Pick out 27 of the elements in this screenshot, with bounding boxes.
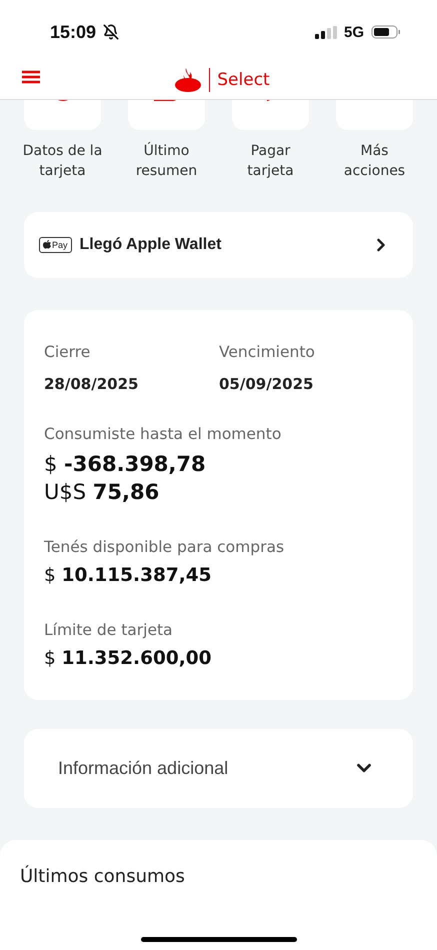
status-time: 15:09 xyxy=(50,22,96,42)
network-label: 5G xyxy=(344,24,364,40)
amount: $ 10.115.387,45 xyxy=(44,564,212,588)
field-label: Consumiste hasta el momento xyxy=(44,424,282,444)
amount: U$S 75,86 xyxy=(44,478,160,506)
battery-icon xyxy=(371,25,401,39)
app-title: Select xyxy=(209,68,270,92)
action-label: Pagar tarjeta xyxy=(246,142,295,181)
bell-off-icon xyxy=(103,24,120,40)
field-label: Vencimiento xyxy=(219,342,316,362)
field-value: 05/09/2025 xyxy=(219,374,314,393)
section-title: Últimos consumos xyxy=(20,866,185,889)
additional-info-toggle[interactable]: Información adicional xyxy=(24,728,413,808)
field-value: 28/08/2025 xyxy=(44,374,140,393)
apple-pay-badge: Pay xyxy=(39,236,72,253)
field-label: Cierre xyxy=(44,342,92,362)
amount: $ -368.398,78 xyxy=(44,450,207,478)
action-label: Último resumen xyxy=(134,141,198,181)
field-label: Tenés disponible para compras xyxy=(44,536,286,557)
signal-icon xyxy=(314,26,337,38)
amount: $ 11.352.600,00 xyxy=(44,646,212,671)
promo-card[interactable]: Pay Llegó Apple Wallet xyxy=(24,212,413,278)
action-label: Más acciones xyxy=(342,142,406,181)
action-label: Datos de la tarjeta xyxy=(22,142,104,181)
menu-icon[interactable] xyxy=(22,70,40,86)
flame-logo-icon xyxy=(175,68,202,92)
field-label: Límite de tarjeta xyxy=(44,620,174,640)
